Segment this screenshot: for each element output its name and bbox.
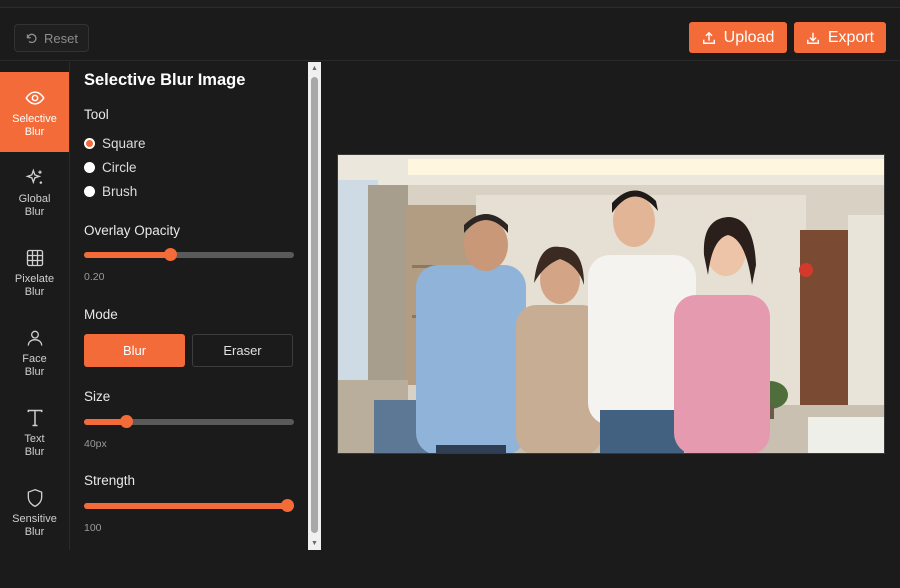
sparkle-icon [24, 168, 42, 185]
nav-item-sensitive-blur[interactable]: Sensitive Blur [0, 472, 69, 552]
tool-option-circle[interactable]: Circle [84, 160, 137, 175]
export-button[interactable]: Export [794, 22, 886, 53]
slider-thumb[interactable] [164, 248, 177, 261]
scroll-down-icon[interactable]: ▼ [308, 537, 321, 550]
nav-label: Global Blur [18, 193, 51, 218]
strength-label: Strength [84, 473, 136, 488]
panel-scrollbar[interactable]: ▲ ▼ [308, 62, 321, 550]
tool-label: Tool [84, 107, 109, 122]
download-icon [806, 32, 819, 44]
radio-checked-icon[interactable] [84, 138, 95, 149]
text-icon [27, 409, 42, 427]
export-label: Export [827, 28, 875, 46]
size-label: Size [84, 389, 111, 404]
family-photo[interactable] [337, 154, 885, 454]
window-top-strip [0, 0, 900, 8]
nav-item-global-blur[interactable]: Global Blur [0, 152, 69, 232]
tool-option-label: Circle [102, 160, 137, 175]
opacity-slider[interactable] [84, 248, 294, 261]
mode-blur-button[interactable]: Blur [84, 334, 185, 367]
tool-option-label: Square [102, 136, 146, 151]
nav-label: Pixelate Blur [14, 273, 55, 298]
nav-label: Face Blur [22, 353, 47, 378]
nav-label: Selective Blur [12, 113, 57, 138]
radio-icon[interactable] [84, 162, 95, 173]
nav-item-pixelate-blur[interactable]: Pixelate Blur [0, 232, 69, 312]
nav-label: Text Blur [24, 433, 45, 458]
settings-panel: Selective Blur Image Tool Square Circle … [70, 62, 306, 550]
upload-button[interactable]: Upload [689, 22, 787, 53]
tool-option-brush[interactable]: Brush [84, 184, 137, 199]
size-slider[interactable] [84, 415, 294, 428]
radio-icon[interactable] [84, 186, 95, 197]
opacity-label: Overlay Opacity [84, 223, 181, 238]
toolbar: Reset Upload Export [0, 9, 900, 61]
mode-eraser-button[interactable]: Eraser [192, 334, 293, 367]
panel-title: Selective Blur Image [84, 71, 246, 89]
tool-option-square[interactable]: Square [84, 136, 146, 151]
sidebar-nav: Selective Blur Global Blur Pixelate Blur… [0, 62, 70, 550]
slider-fill [84, 503, 294, 509]
scrollbar-thumb[interactable] [311, 77, 318, 533]
upload-label: Upload [723, 28, 775, 46]
eye-icon [24, 91, 45, 105]
slider-thumb[interactable] [281, 499, 294, 512]
strength-value: 100 [84, 522, 102, 534]
person-icon [27, 330, 42, 346]
undo-icon [26, 33, 37, 43]
scroll-up-icon[interactable]: ▲ [308, 62, 321, 75]
tool-option-label: Brush [102, 184, 138, 199]
upload-icon [702, 31, 715, 44]
bottom-strip [0, 550, 322, 588]
nav-item-text-blur[interactable]: Text Blur [0, 392, 69, 472]
slider-fill [84, 252, 170, 258]
size-value: 40px [84, 438, 107, 450]
reset-label: Reset [44, 30, 78, 46]
shield-icon [27, 488, 42, 508]
grid-icon [26, 249, 43, 267]
nav-label: Sensitive Blur [12, 513, 57, 538]
nav-item-face-blur[interactable]: Face Blur [0, 312, 69, 392]
photo-illustration [338, 155, 884, 453]
slider-thumb[interactable] [120, 415, 133, 428]
opacity-value: 0.20 [84, 271, 105, 283]
reset-button[interactable]: Reset [14, 24, 89, 52]
strength-slider[interactable] [84, 499, 294, 512]
mode-label: Mode [84, 307, 118, 322]
nav-item-selective-blur[interactable]: Selective Blur [0, 72, 69, 152]
